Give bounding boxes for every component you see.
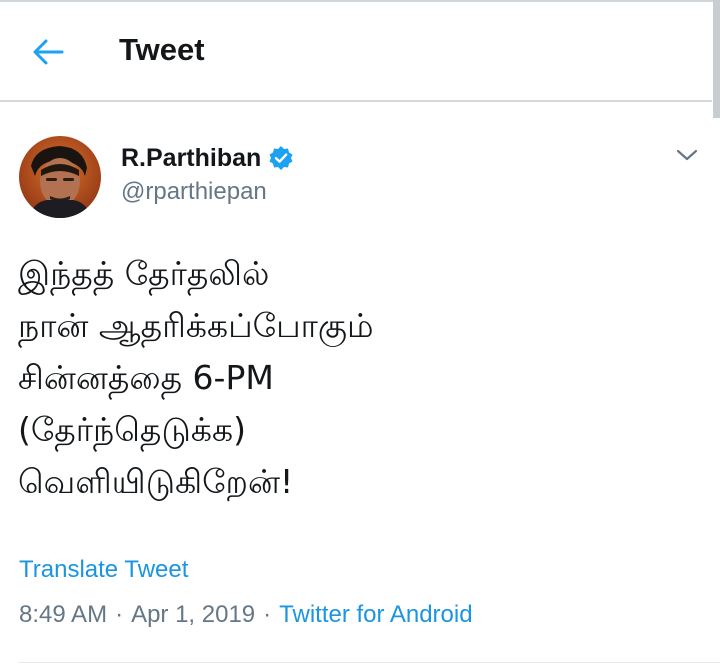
page-title: Tweet [119,32,205,67]
tweet-time[interactable]: 8:49 AM [19,601,107,628]
tweet-text-line: நான் ஆதரிக்கப்போகும் [18,306,374,345]
tweet-date[interactable]: Apr 1, 2019 [131,601,255,628]
tweet-text-line: இந்தத் தேர்தலில் [18,254,270,293]
tweet-text: இந்தத் தேர்தலில் நான் ஆதரிக்கப்போகும் சி… [18,248,698,508]
meta-separator: · [263,601,272,628]
tweet-metadata: 8:49 AM · Apr 1, 2019 · Twitter for Android [19,601,473,629]
bottom-divider [19,662,720,663]
header-divider [0,100,712,102]
arrow-left-icon [33,39,64,65]
app-header: Tweet [0,2,712,100]
author-display-name[interactable]: R.Parthiban [121,144,261,173]
back-button[interactable] [26,32,70,72]
tweet-text-line: (தேர்ந்தெடுக்க) [18,410,246,449]
meta-separator: · [115,601,124,628]
avatar[interactable] [19,136,101,218]
translate-tweet-link[interactable]: Translate Tweet [19,556,188,584]
verified-badge-icon [269,146,293,170]
tweet-text-line: சின்னத்தை 6-PM [18,358,274,397]
tweet-source-link[interactable]: Twitter for Android [279,601,472,628]
avatar-photo [19,136,101,218]
author-handle[interactable]: @rparthiepan [121,178,267,206]
tweet-detail-page: Tweet R.Parthiban @rparthiepan இந்தத் தே… [0,0,720,671]
tweet-options-button[interactable] [672,142,702,168]
author-name-row[interactable]: R.Parthiban [121,141,294,175]
tweet-text-line: வெளியிடுகிறேன்! [18,462,294,501]
scrollbar[interactable] [713,0,720,118]
chevron-down-icon [676,149,698,161]
